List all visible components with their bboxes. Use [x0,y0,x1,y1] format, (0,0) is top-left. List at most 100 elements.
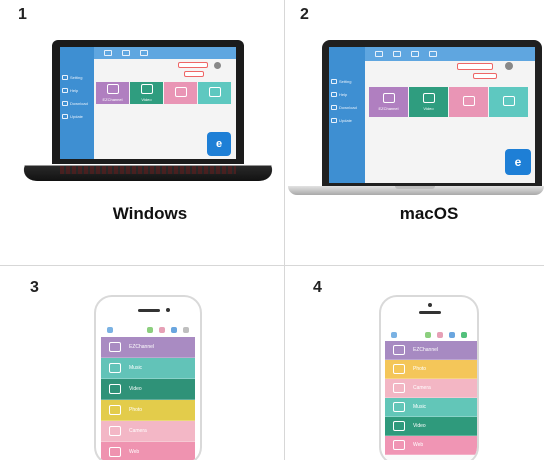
login-box[interactable] [457,63,493,70]
avatar[interactable] [214,62,221,69]
app-icon [393,364,405,374]
ez-logo-icon: e [207,132,231,156]
check-icon[interactable] [183,327,189,333]
app-topbar [365,47,535,61]
device-box[interactable] [184,71,204,77]
remote-icon[interactable] [429,51,437,57]
avatar[interactable] [505,62,513,70]
phone3-list: EZChannel Music Video Photo Camera Web [101,337,195,460]
share-icon[interactable] [425,332,431,338]
list-item-label: Music [413,404,427,410]
menu-icon[interactable] [391,332,397,338]
check-icon[interactable] [461,332,467,338]
app-icon [109,384,121,394]
list-item[interactable]: Video [101,379,195,400]
panel-number-4: 4 [313,279,322,296]
list-item[interactable]: EZChannel [101,337,195,358]
laptop-keyboard [60,166,236,174]
sidebar-label: Update [339,117,352,123]
sidebar-item[interactable]: Download [331,102,363,112]
tv-icon[interactable] [375,51,383,57]
list-item[interactable]: Video [385,417,477,436]
sidebar-item[interactable]: Help [331,89,363,99]
list-item[interactable]: Music [101,358,195,379]
tile-video[interactable]: Video [409,87,448,117]
list-item[interactable]: Web [101,442,195,460]
tile-video[interactable]: Video [130,82,163,104]
setting-icon [62,74,68,80]
list-item-label: Web [413,442,424,448]
sidebar-item[interactable]: Setting [331,76,363,86]
tile-music[interactable] [198,82,231,104]
sidebar-label: Setting [339,78,352,84]
list-item-label: Video [413,423,426,429]
chart-icon[interactable] [159,327,165,333]
tile-web[interactable] [449,87,488,117]
phone-android: EZChannel Music Video Photo Camera Web [94,295,202,460]
sidebar-label: Setting [70,74,83,80]
list-item-label: Camera [129,428,147,434]
list-item[interactable]: Photo [385,360,477,379]
list-item-label: EZChannel [413,347,439,353]
panel-number-3: 3 [30,279,39,296]
screen-icon[interactable] [140,50,148,56]
update-icon [62,113,68,119]
sidebar-label: Download [70,100,88,106]
list-item-label: Photo [129,407,143,413]
panel-number-1: 1 [18,6,27,23]
list-item-label: EZChannel [129,344,155,350]
list-item[interactable]: Camera [101,421,195,442]
mirror-icon[interactable] [122,50,130,56]
cast-icon[interactable] [449,332,455,338]
tile-label: Video [423,106,434,111]
cast-icon[interactable] [171,327,177,333]
sidebar-item[interactable]: Update [331,115,363,125]
list-item[interactable]: Web [385,436,477,455]
ez-logo-icon: e [505,149,531,175]
device-box[interactable] [473,73,497,79]
menu-icon[interactable] [107,327,113,333]
tv-icon [382,93,395,103]
list-item[interactable]: Photo [101,400,195,421]
app-icon [109,342,121,352]
list-item[interactable]: Music [385,398,477,417]
download-icon [62,100,68,106]
phone-screen: EZChannel Music Video Photo Camera Web [101,323,195,460]
tv-icon[interactable] [104,50,112,56]
panel-number-2: 2 [300,6,309,23]
app-icon [109,447,121,457]
app-sidebar: Setting Help Download Update [60,47,94,159]
sidebar-label: Help [339,91,348,97]
list-item-label: Web [129,449,140,455]
list-item-label: Camera [413,385,431,391]
sidebar-item[interactable]: Download [62,98,92,108]
music-icon [208,86,221,97]
sidebar-item[interactable]: Update [62,111,92,121]
sidebar-label: Help [70,87,79,93]
tile-label: EZChannel [378,106,399,111]
help-icon [331,91,337,97]
share-icon[interactable] [147,327,153,333]
tile-ezchannel[interactable]: EZChannel [369,87,408,117]
tile-music[interactable] [489,87,528,117]
mirror-icon[interactable] [393,51,401,57]
app-icon [393,402,405,412]
tile-web[interactable] [164,82,197,104]
app-icon [393,345,405,355]
phone-speaker [419,311,441,314]
app-sidebar: Setting Help Download Update [329,47,365,183]
film-icon [422,93,435,103]
tile-ezchannel[interactable]: EZChannel [96,82,129,104]
sidebar-item[interactable]: Setting [62,72,92,82]
list-item-label: Photo [413,366,427,372]
chart-icon[interactable] [437,332,443,338]
list-item[interactable]: EZChannel [385,341,477,360]
sidebar-item[interactable]: Help [62,85,92,95]
screen-icon[interactable] [411,51,419,57]
phone-camera [428,303,432,307]
update-icon [331,117,337,123]
list-item[interactable]: Camera [385,379,477,398]
login-box[interactable] [178,62,208,68]
music-icon [502,95,515,106]
tile-label: EZChannel [102,97,123,102]
